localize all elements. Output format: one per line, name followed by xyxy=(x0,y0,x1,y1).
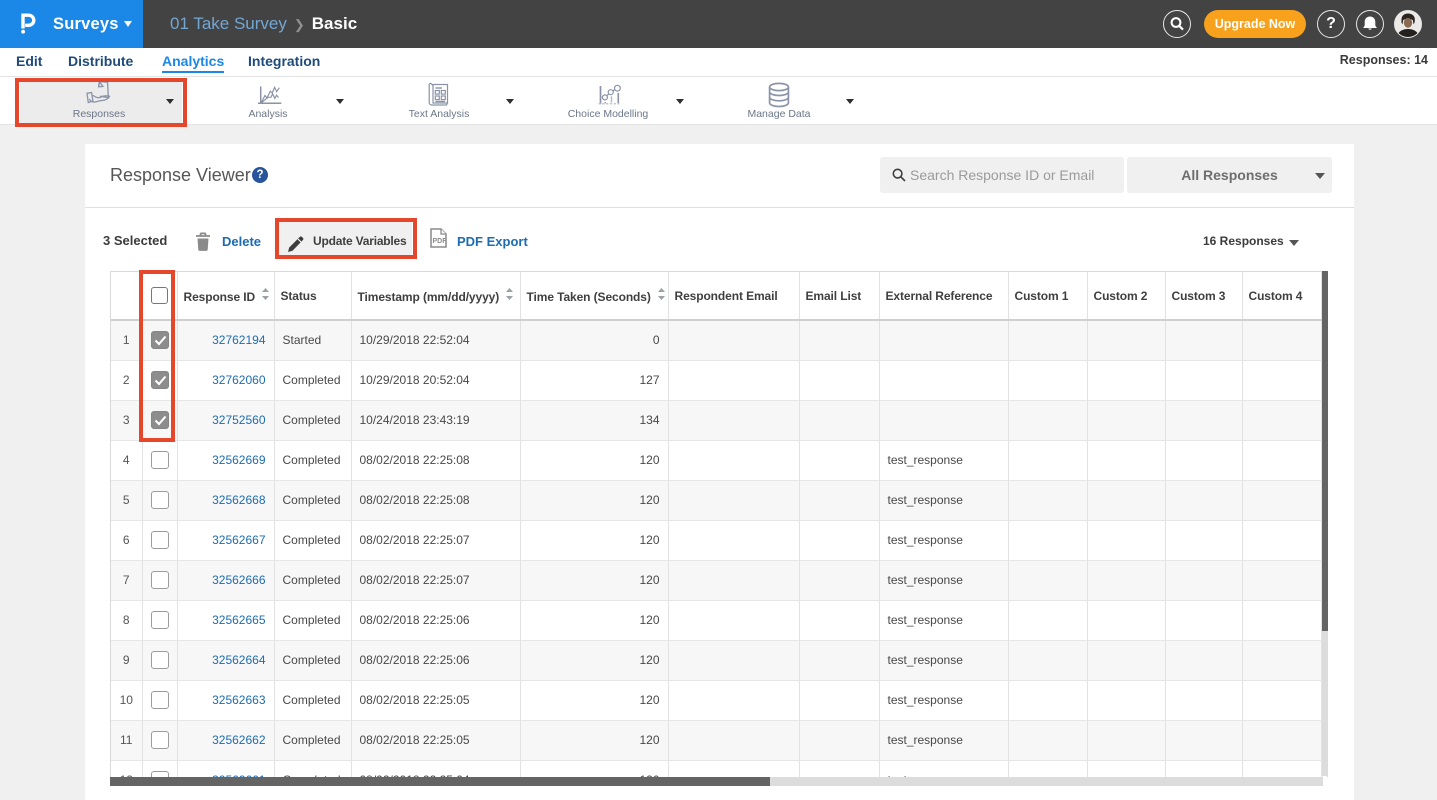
svg-text:PDF: PDF xyxy=(433,238,448,245)
